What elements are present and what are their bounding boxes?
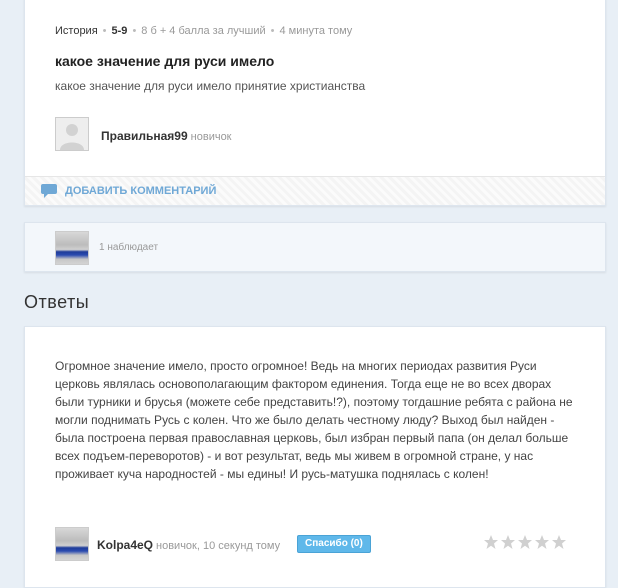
subject-link[interactable]: История — [55, 25, 98, 37]
separator-dot: • — [270, 25, 275, 37]
grade-label: 5-9 — [111, 25, 128, 37]
watcher-avatar[interactable] — [55, 231, 89, 265]
question-card: История • 5-9 • 8 б + 4 балла за лучший • 4 ми… — [24, 0, 606, 206]
star-icon[interactable] — [517, 534, 533, 550]
star-icon[interactable] — [500, 534, 516, 550]
points-label: 8 б + 4 балла за лучший — [141, 25, 266, 37]
thanks-button[interactable]: Спасибо (0) — [297, 535, 371, 553]
watchers-count: 1 наблюдает — [99, 242, 159, 253]
star-icon[interactable] — [534, 534, 550, 550]
asker-rank: новичок — [190, 131, 232, 143]
asker-avatar[interactable] — [55, 117, 89, 151]
asker-username[interactable]: Правильная99 новичок — [101, 129, 232, 143]
watchers-card: 1 наблюдает — [24, 222, 606, 272]
answerer-avatar[interactable] — [55, 527, 89, 561]
answerer-username[interactable]: Kolpa4eQ новичок, 10 секунд тому — [97, 538, 280, 552]
question-body: какое значение для руси имело принятие х… — [55, 79, 366, 93]
answers-heading: Ответы — [24, 292, 90, 312]
star-icon[interactable] — [483, 534, 499, 550]
separator-dot: • — [132, 25, 137, 37]
answer-card: Огромное значение имело, просто огромное… — [24, 326, 606, 588]
star-icon[interactable] — [551, 534, 567, 550]
answer-text: Огромное значение имело, просто огромное… — [55, 359, 573, 481]
asker-name-text[interactable]: Правильная99 — [101, 129, 188, 143]
comment-bar: ДОБАВИТЬ КОММЕНТАРИЙ — [25, 176, 605, 205]
add-comment-button[interactable]: ДОБАВИТЬ КОММЕНТАРИЙ — [41, 184, 217, 198]
separator-dot: • — [102, 25, 107, 37]
answerer-meta: новичок, 10 секунд тому — [156, 540, 281, 552]
answerer-name-text[interactable]: Kolpa4eQ — [97, 538, 153, 552]
question-meta: История • 5-9 • 8 б + 4 балла за лучший • 4 ми… — [55, 25, 352, 37]
question-time: 4 минута тому — [279, 25, 353, 37]
speech-bubble-icon — [41, 184, 57, 198]
default-user-icon — [60, 124, 84, 150]
question-title: какое значение для руси имело — [55, 53, 275, 69]
rating-stars — [483, 534, 568, 555]
add-comment-label: ДОБАВИТЬ КОММЕНТАРИЙ — [65, 185, 217, 197]
